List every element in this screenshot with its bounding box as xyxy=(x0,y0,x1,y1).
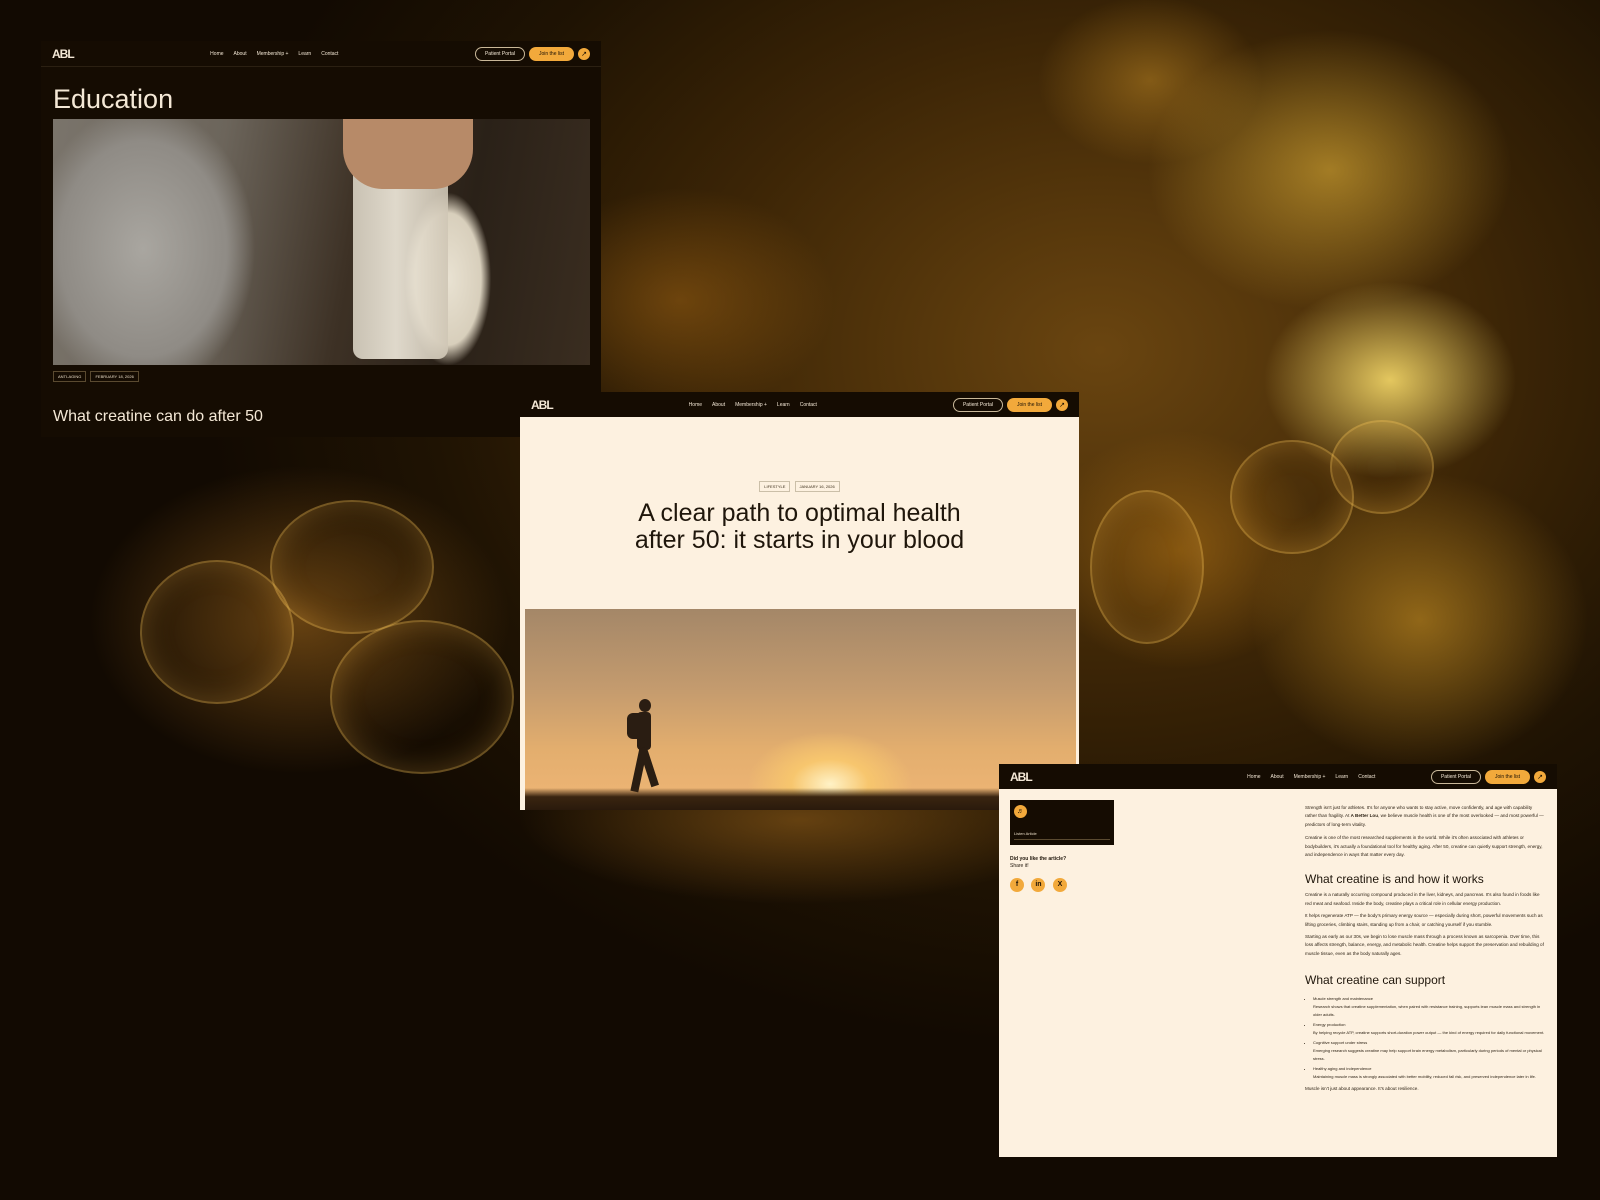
logo[interactable]: ABL xyxy=(1010,770,1033,784)
patient-portal-button[interactable]: Patient Portal xyxy=(1430,769,1481,784)
nav-actions: Patient Portal Join the list ↗ xyxy=(952,397,1068,412)
brand-name: A Better Lou xyxy=(1350,813,1379,819)
navbar: ABL Home About Membership + Learn Contac… xyxy=(999,764,1557,789)
nav-links: Home About Membership + Learn Contact xyxy=(1247,774,1375,780)
list-item: Muscle strength and maintenanceResearch … xyxy=(1313,995,1545,1019)
screenshot-article-body: ABL Home About Membership + Learn Contac… xyxy=(999,764,1557,1157)
nav-membership[interactable]: Membership + xyxy=(735,402,767,408)
patient-portal-button[interactable]: Patient Portal xyxy=(952,397,1003,412)
nav-home[interactable]: Home xyxy=(689,402,702,408)
patient-portal-button[interactable]: Patient Portal xyxy=(474,46,525,61)
intro-paragraph-2: Creatine is one of the most researched s… xyxy=(1305,835,1543,858)
list-item: Energy productionBy helping recycle ATP,… xyxy=(1313,1021,1545,1037)
nav-about[interactable]: About xyxy=(234,51,247,57)
chevron-down-icon: + xyxy=(285,50,289,57)
article-content: Strength isn't just for athletes. It's f… xyxy=(1305,804,1545,1094)
chevron-down-icon: + xyxy=(1322,773,1326,780)
join-list-button[interactable]: Join the list xyxy=(528,46,574,61)
arrow-icon[interactable]: ↗ xyxy=(578,47,590,60)
audio-progress-track[interactable] xyxy=(1014,839,1110,840)
chevron-down-icon: + xyxy=(764,401,767,408)
audio-player[interactable]: ♬ Listen Article xyxy=(1010,800,1114,845)
section-heading: What creatine is and how it works xyxy=(1305,872,1484,887)
navbar: ABL Home About Membership + Learn Contac… xyxy=(520,392,1079,417)
social-share: f in X xyxy=(1010,873,1070,892)
join-list-button[interactable]: Join the list xyxy=(1484,769,1530,784)
nav-contact[interactable]: Contact xyxy=(1358,774,1375,780)
linkedin-icon[interactable]: in xyxy=(1031,877,1046,892)
logo[interactable]: ABL xyxy=(531,398,554,412)
x-icon[interactable]: X xyxy=(1052,877,1067,892)
share-cta: Share it! xyxy=(1010,863,1029,869)
body-paragraph: Starting as early as our 30s, we begin t… xyxy=(1305,934,1544,956)
nav-contact[interactable]: Contact xyxy=(321,51,338,57)
hero-image xyxy=(525,609,1076,810)
title-line-2: after 50: it starts in your blood xyxy=(634,526,965,554)
tag-row: ANTI-AGING FEBRUARY 18, 2026 xyxy=(53,371,139,382)
nav-membership[interactable]: Membership + xyxy=(257,51,289,57)
nav-learn[interactable]: Learn xyxy=(298,51,311,57)
arrow-icon[interactable]: ↗ xyxy=(1534,770,1546,783)
nav-links: Home About Membership + Learn Contact xyxy=(210,51,338,57)
nav-about[interactable]: About xyxy=(1271,774,1284,780)
listen-article-label: Listen Article xyxy=(1014,831,1037,836)
screenshot-article-hero: ABL Home About Membership + Learn Contac… xyxy=(520,392,1079,810)
tag-date: JANUARY 16, 2026 xyxy=(794,481,840,492)
nav-contact[interactable]: Contact xyxy=(800,402,817,408)
nav-membership[interactable]: Membership + xyxy=(1294,774,1326,780)
body-paragraph: Creatine is a naturally occurring compou… xyxy=(1305,892,1540,906)
nav-home[interactable]: Home xyxy=(1247,774,1260,780)
nav-learn[interactable]: Learn xyxy=(777,402,790,408)
nav-links: Home About Membership + Learn Contact xyxy=(689,402,817,408)
nav-actions: Patient Portal Join the list ↗ xyxy=(474,46,590,61)
nav-learn[interactable]: Learn xyxy=(1335,774,1348,780)
tag-row: LIFESTYLE JANUARY 16, 2026 xyxy=(520,481,1079,492)
section-heading: What creatine can support xyxy=(1305,973,1446,988)
bokeh-bubble xyxy=(270,500,434,634)
screenshot-education: ABL Home About Membership + Learn Contac… xyxy=(41,41,601,437)
tag-category[interactable]: ANTI-AGING xyxy=(53,371,87,382)
body-paragraph: It helps regenerate ATP — the body's pri… xyxy=(1305,913,1543,927)
join-list-button[interactable]: Join the list xyxy=(1006,397,1052,412)
navbar: ABL Home About Membership + Learn Contac… xyxy=(41,41,601,67)
facebook-icon[interactable]: f xyxy=(1010,877,1024,892)
article-title[interactable]: What creatine can do after 50 xyxy=(53,408,263,426)
list-item: Healthy aging and independenceMaintainin… xyxy=(1313,1065,1545,1081)
hand xyxy=(343,119,473,189)
tag-category[interactable]: LIFESTYLE xyxy=(759,481,791,492)
closing-line: Muscle isn't just about appearance. It's… xyxy=(1305,1086,1419,1092)
hero-image xyxy=(53,119,590,365)
bokeh-bubble xyxy=(1330,420,1434,514)
arrow-icon[interactable]: ↗ xyxy=(1056,398,1068,411)
list-item: Cognitive support under stressEmerging r… xyxy=(1313,1039,1545,1063)
share-question: Did you like the article? xyxy=(1010,856,1067,862)
nav-about[interactable]: About xyxy=(712,402,725,408)
grass-silhouette xyxy=(525,788,1076,810)
logo[interactable]: ABL xyxy=(52,47,75,61)
benefit-list: Muscle strength and maintenanceResearch … xyxy=(1305,995,1545,1081)
bokeh-bubble xyxy=(1090,490,1204,644)
bokeh-bubble xyxy=(140,560,294,704)
page-title: Education xyxy=(53,84,174,114)
bokeh-bubble xyxy=(330,620,514,774)
nav-home[interactable]: Home xyxy=(210,51,223,57)
hiker-silhouette xyxy=(623,699,661,799)
tag-date: FEBRUARY 18, 2026 xyxy=(90,371,139,382)
speaker-icon[interactable]: ♬ xyxy=(1014,805,1027,818)
intro-paragraph-1: Strength isn't just for athletes. It's f… xyxy=(1305,805,1544,827)
article-title: A clear path to optimal health after 50:… xyxy=(520,500,1079,554)
title-line-1: A clear path to optimal health xyxy=(638,499,961,527)
nav-actions: Patient Portal Join the list ↗ xyxy=(1430,769,1546,784)
shaker-bottle xyxy=(353,159,448,359)
